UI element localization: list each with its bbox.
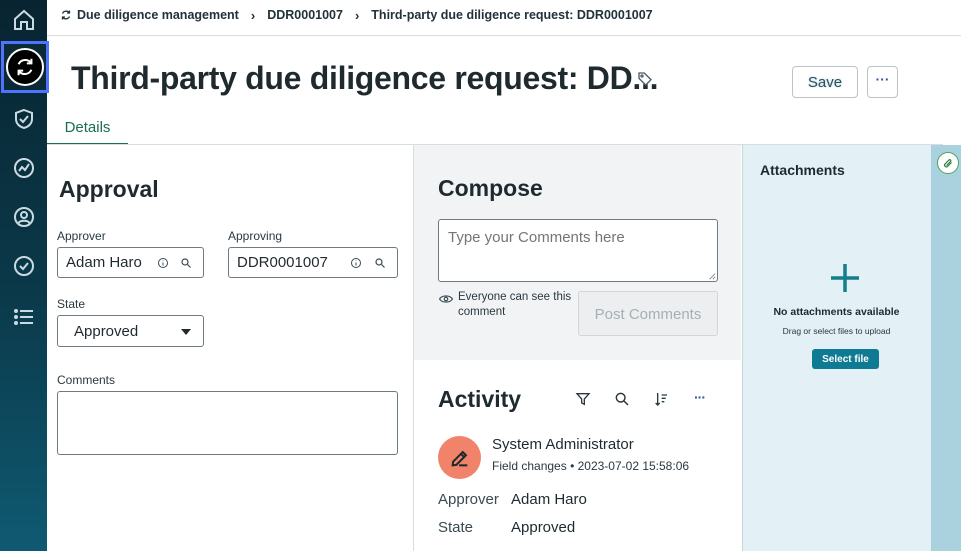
nav-shield[interactable] [0,99,47,139]
nav-third-party[interactable] [0,197,47,237]
shield-check-icon [14,108,33,130]
comments-input[interactable] [57,391,398,455]
nav-sync[interactable] [1,41,49,93]
left-nav-rail [0,0,49,551]
resize-handle-icon[interactable] [708,272,716,280]
attachments-heading: Attachments [760,162,845,178]
more-actions-button[interactable]: ··· [867,66,898,98]
filter-icon[interactable] [575,391,591,407]
activity-meta: Field changes • 2023-07-02 15:58:06 [492,459,689,473]
globe-person-icon [13,207,34,227]
compose-comment-input[interactable] [438,219,718,282]
save-button[interactable]: Save [792,66,858,98]
chevron-right-icon: › [250,7,256,23]
header-divider [47,35,961,36]
page-title: Third-party due diligence request: DD... [71,60,659,96]
breadcrumb: Due diligence management › DDR0001007 › … [60,6,653,24]
attachments-panel [742,145,931,551]
activity-change-field: Approver [438,491,499,508]
caret-down-icon [181,329,191,335]
approval-panel [47,145,413,551]
check-circle-icon [13,256,34,276]
tab-details[interactable]: Details [47,118,128,145]
activity-type: Field changes [492,459,567,473]
activity-bullet: • [570,459,575,473]
drag-hint-text: Drag or select files to upload [782,326,891,336]
right-side-strip [931,145,961,551]
visibility-note: Everyone can see this comment [458,291,572,318]
approving-value: DDR0001007 [237,254,328,271]
state-select[interactable]: Approved [57,315,204,347]
chevron-right-icon: › [354,7,360,23]
post-comments-button[interactable]: Post Comments [578,291,718,336]
plus-icon [831,264,859,292]
activity-change-value: Approved [511,519,576,536]
search-icon[interactable] [180,257,192,269]
sort-icon[interactable] [653,391,669,407]
activity-change-value: Adam Haro [511,491,587,508]
avatar [438,436,481,479]
state-value: Approved [74,322,139,340]
comments-label: Comments [57,373,116,387]
home-icon [13,9,34,30]
nav-home[interactable] [0,0,47,40]
paperclip-icon [943,159,952,168]
breadcrumb-item-record[interactable]: DDR0001007 [267,8,343,22]
nav-list[interactable] [0,297,47,337]
activity-change-field: State [438,519,474,536]
activity-heading: Activity [438,386,522,412]
sync-icon [61,10,71,20]
nav-dashboard[interactable] [0,148,47,188]
approver-label: Approver [57,229,106,243]
activity-more-button[interactable]: ··· [694,389,706,405]
activity-user: System Administrator [492,436,634,453]
breadcrumb-item-module[interactable]: Due diligence management [77,8,239,22]
nav-tasks[interactable] [0,246,47,286]
eye-icon [439,295,453,303]
approver-value: Adam Haro [66,254,142,271]
attachments-toggle-button[interactable] [937,152,959,174]
info-icon[interactable] [350,257,362,269]
tag-icon[interactable] [637,71,653,87]
edit-icon [451,450,467,466]
search-icon[interactable] [374,257,386,269]
state-label: State [57,297,86,311]
approving-label: Approving [228,229,283,243]
info-icon[interactable] [157,257,169,269]
no-attachments-text: No attachments available [773,306,900,318]
approver-field[interactable]: Adam Haro [57,247,204,278]
compose-heading: Compose [438,175,543,201]
nav-sync-disc [6,48,44,86]
breadcrumb-item-current: Third-party due diligence request: DDR00… [371,8,653,22]
sync-icon [17,58,33,76]
activity-timestamp: 2023-07-02 15:58:06 [577,459,690,473]
search-icon[interactable] [614,391,630,407]
approval-heading: Approval [59,176,159,202]
approving-field[interactable]: DDR0001007 [228,247,398,278]
select-file-button[interactable]: Select file [812,349,879,369]
dashboard-icon [13,158,34,178]
list-icon [13,309,33,325]
